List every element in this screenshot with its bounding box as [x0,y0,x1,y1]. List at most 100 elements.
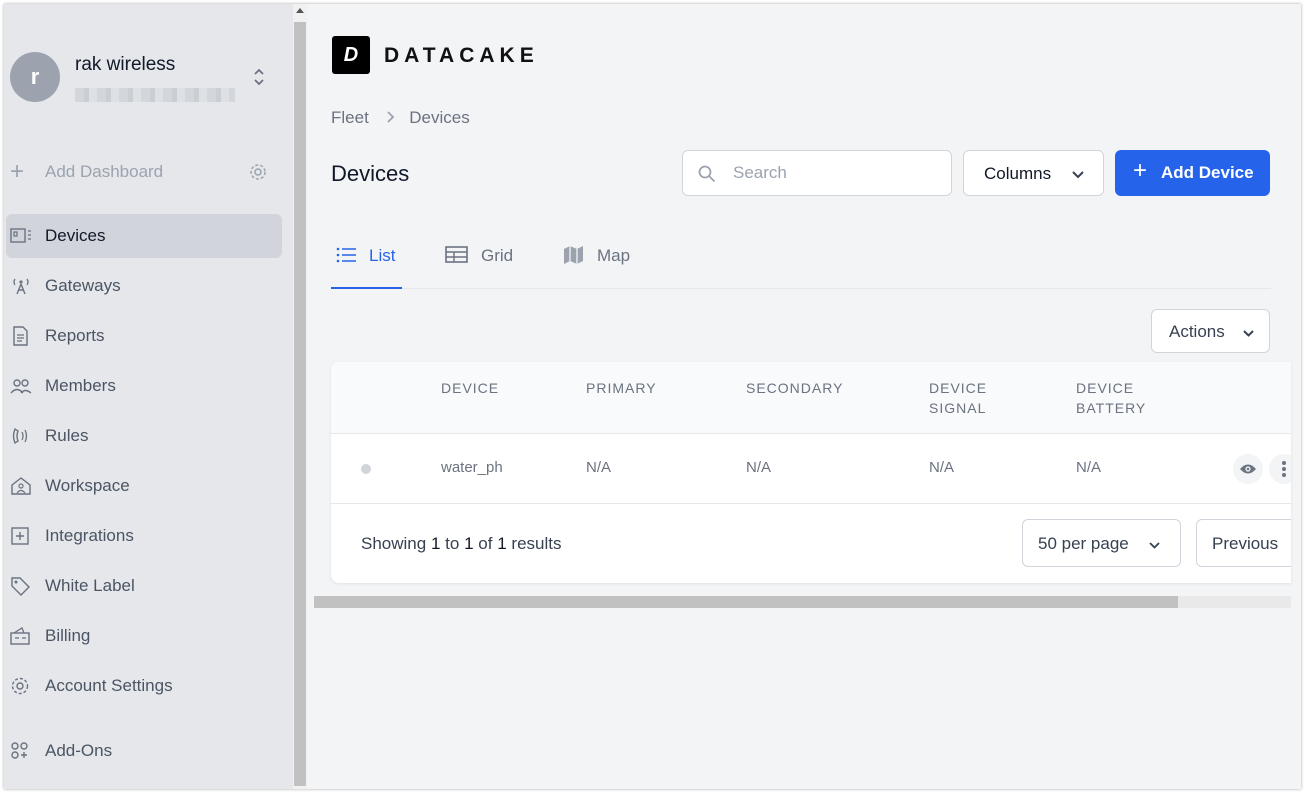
header-secondary[interactable]: SECONDARY [746,378,843,398]
cell-device[interactable]: water_ph [441,459,503,476]
sidebar-item-workspace[interactable]: Workspace [6,464,282,508]
avatar: r [10,52,60,102]
view-device-button[interactable] [1233,454,1263,484]
devices-table: DEVICE PRIMARY SECONDARY DEVICE SIGNAL D… [331,362,1291,583]
sidebar-scrollbar[interactable] [293,4,307,789]
eye-icon [1240,464,1256,474]
org-switcher[interactable]: r rak wireless [10,52,280,106]
addons-icon [10,741,32,761]
members-icon [10,376,32,396]
list-icon [335,245,357,265]
actions-label: Actions [1169,322,1225,341]
tab-map[interactable]: Map [559,232,639,289]
table-row[interactable]: water_ph N/A N/A N/A N/A [331,434,1291,504]
tag-icon [10,576,32,596]
sidebar-item-label: Workspace [45,476,130,495]
header-line: DEVICE [1076,380,1135,396]
cell-signal: N/A [929,459,955,476]
integrations-icon [10,526,32,546]
sidebar-item-reports[interactable]: Reports [6,314,282,358]
summary-total: 1 [497,534,507,553]
kebab-dot [1282,461,1286,465]
tab-label: Map [597,246,631,265]
breadcrumb-devices[interactable]: Devices [409,108,469,127]
map-icon [563,245,585,265]
header-primary[interactable]: PRIMARY [586,378,657,398]
cell-battery: N/A [1076,459,1102,476]
per-page-value: 50 per page [1038,534,1129,553]
device-icon [10,226,32,246]
sidebar-item-label: Account Settings [45,676,173,695]
per-page-select[interactable]: 50 per page [1022,519,1181,567]
workspace-icon [10,476,32,496]
columns-label: Columns [984,164,1052,183]
sidebar-item-label: White Label [45,576,135,595]
tab-grid[interactable]: Grid [441,232,521,289]
sidebar-item-devices[interactable]: Devices [6,214,282,258]
header-device[interactable]: DEVICE [441,378,499,398]
more-options-button[interactable] [1269,454,1291,484]
gateway-icon [10,276,32,296]
logo-wordmark: DATACAKE [384,44,539,67]
search-input[interactable] [733,151,943,195]
sidebar-item-gateways[interactable]: Gateways [6,264,282,308]
table-horizontal-scrollbar[interactable] [314,596,1291,608]
chevron-down-icon [1071,167,1085,181]
chevron-down-icon [1148,537,1161,550]
sidebar-item-integrations[interactable]: Integrations [6,514,282,558]
billing-icon [10,626,32,646]
gear-icon [10,676,32,696]
previous-page-button[interactable]: Previous [1196,519,1291,567]
header-line: DEVICE [929,380,988,396]
scroll-up-arrow-icon[interactable] [296,8,304,13]
sidebar-item-label: Billing [45,626,91,645]
actions-button[interactable]: Actions [1151,309,1270,353]
plus-icon: + [1133,157,1148,184]
main-content: D DATACAKE Fleet Devices Devices Columns… [307,4,1301,789]
chevron-right-icon [386,108,395,128]
scrollbar-thumb[interactable] [314,596,1178,608]
sidebar-item-members[interactable]: Members [6,364,282,408]
tab-label: List [369,246,396,265]
results-summary: Showing 1 to 1 of 1 results [361,534,561,554]
sidebar-item-label: Devices [45,226,106,245]
summary-text: to [445,534,460,553]
status-dot [361,464,371,474]
sidebar-item-label: Rules [45,426,89,445]
rules-icon [10,426,32,446]
breadcrumb: Fleet Devices [331,108,470,128]
sidebar-item-white-label[interactable]: White Label [6,564,282,608]
columns-button[interactable]: Columns [963,150,1104,196]
sidebar: r rak wireless + Add Dashboard Devices G… [4,4,293,789]
tab-label: Grid [481,246,514,265]
plus-icon: + [10,158,25,185]
cell-primary: N/A [586,459,612,476]
header-device-signal[interactable]: DEVICE SIGNAL [929,378,987,418]
chevron-up-down-icon[interactable] [252,66,266,88]
report-icon [10,326,32,346]
sidebar-item-billing[interactable]: Billing [6,614,282,658]
sidebar-item-add-ons[interactable]: Add-Ons [6,729,282,773]
breadcrumb-fleet[interactable]: Fleet [331,108,369,127]
header-device-battery[interactable]: DEVICE BATTERY [1076,378,1146,418]
kebab-dot [1282,473,1286,477]
table-header: DEVICE PRIMARY SECONDARY DEVICE SIGNAL D… [331,362,1291,434]
add-device-label: Add Device [1161,163,1254,182]
search-box[interactable] [682,150,952,196]
add-dashboard-label: Add Dashboard [45,162,164,181]
scrollbar-thumb[interactable] [294,22,306,786]
sidebar-item-account-settings[interactable]: Account Settings [6,664,282,708]
summary-text: Showing [361,534,427,553]
logo-mark: D [332,36,370,74]
add-dashboard-button[interactable]: + Add Dashboard [10,158,274,185]
summary-from: 1 [430,534,441,553]
gear-icon[interactable] [248,162,268,182]
org-name: rak wireless [75,54,176,75]
sidebar-item-label: Reports [45,326,105,345]
header-line: BATTERY [1076,400,1147,416]
summary-text: results [511,534,562,553]
add-device-button[interactable]: + Add Device [1115,150,1270,196]
sidebar-item-rules[interactable]: Rules [6,414,282,458]
summary-text: of [478,534,493,553]
tab-list[interactable]: List [331,232,402,289]
